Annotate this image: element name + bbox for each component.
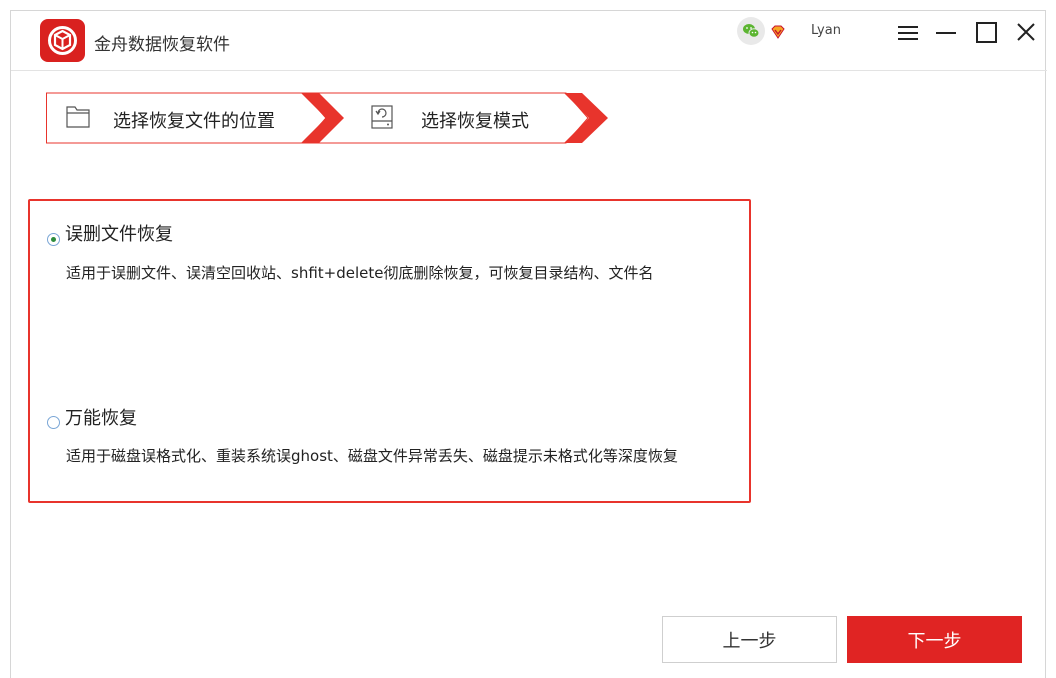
step-label-location: 选择恢复文件的位置 <box>113 111 275 132</box>
app-window: 金舟数据恢复软件 Lyan 选择恢复文件的位置 选择恢复模式 误删文件恢复 适用… <box>10 10 1047 678</box>
option-desc-deleted: 适用于误删文件、误清空回收站、shfit+delete彻底删除恢复，可恢复目录结… <box>66 264 654 282</box>
option-desc-universal: 适用于磁盘误格式化、重装系统误ghost、磁盘文件异常丢失、磁盘提示未格式化等深… <box>66 447 678 465</box>
step-label-mode: 选择恢复模式 <box>421 111 529 132</box>
title-bar: 金舟数据恢复软件 Lyan <box>11 11 1047 71</box>
menu-icon[interactable] <box>894 19 922 47</box>
option-title-universal[interactable]: 万能恢复 <box>65 404 137 430</box>
app-title: 金舟数据恢复软件 <box>94 35 230 55</box>
next-step-button[interactable]: 下一步 <box>847 616 1022 663</box>
radio-deleted-recovery[interactable] <box>47 233 60 246</box>
username[interactable]: Lyan <box>811 23 841 38</box>
close-icon[interactable] <box>1012 19 1040 47</box>
minimize-icon[interactable] <box>932 19 960 47</box>
recovery-mode-options: 误删文件恢复 适用于误删文件、误清空回收站、shfit+delete彻底删除恢复… <box>28 199 751 503</box>
previous-step-button[interactable]: 上一步 <box>662 616 837 663</box>
radio-universal-recovery[interactable] <box>47 416 60 429</box>
option-title-deleted[interactable]: 误删文件恢复 <box>65 220 173 246</box>
maximize-icon[interactable] <box>972 19 1000 47</box>
app-logo-icon <box>40 19 85 62</box>
vip-diamond-icon[interactable] <box>771 24 785 39</box>
step-indicator: 选择恢复文件的位置 选择恢复模式 <box>46 92 612 144</box>
wechat-icon[interactable] <box>737 17 765 45</box>
